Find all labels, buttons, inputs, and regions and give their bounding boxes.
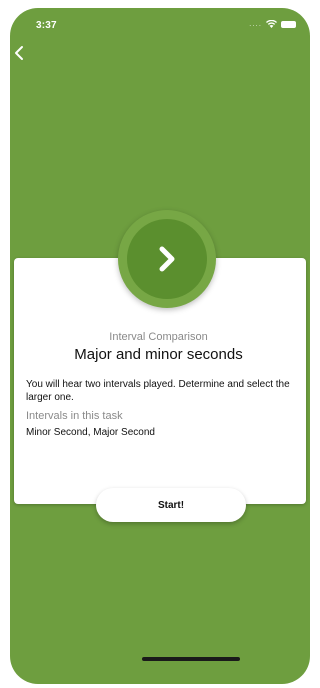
go-button-inner: [127, 219, 207, 299]
task-category: Interval Comparison: [109, 331, 208, 343]
task-title: Major and minor seconds: [74, 346, 243, 363]
chevron-right-icon: [159, 246, 175, 272]
task-description: You will hear two intervals played. Dete…: [26, 379, 290, 403]
status-bar: 3:37 ....: [10, 8, 310, 42]
signal-indicator: ....: [249, 19, 262, 28]
wifi-icon: [266, 20, 277, 28]
go-button[interactable]: [118, 210, 216, 308]
intervals-value: Minor Second, Major Second: [26, 427, 155, 438]
chevron-left-icon: [15, 46, 23, 60]
status-icons: ....: [249, 20, 296, 28]
intervals-label: Intervals in this task: [26, 410, 123, 422]
back-button[interactable]: [8, 42, 30, 64]
status-time: 3:37: [36, 20, 57, 31]
battery-icon: [281, 20, 296, 28]
start-button[interactable]: Start!: [96, 488, 246, 522]
home-indicator[interactable]: [142, 657, 240, 661]
